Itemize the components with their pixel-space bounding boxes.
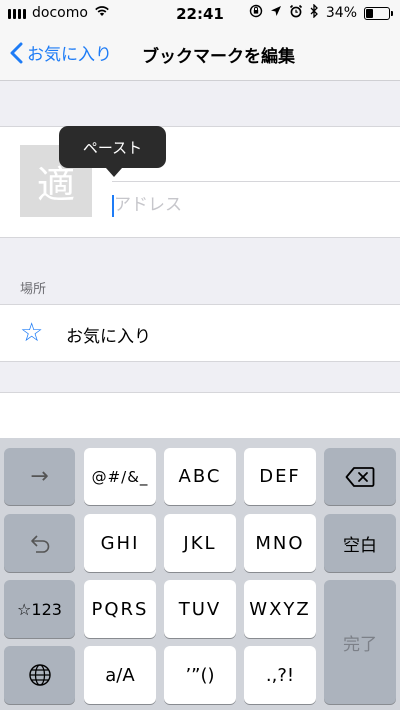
key-wxyz[interactable]: WXYZ	[244, 580, 316, 638]
key-mno-label: MNO	[255, 532, 305, 554]
key-symbols[interactable]: @#/&_	[84, 448, 156, 505]
location-row[interactable]: ☆ お気に入り	[0, 304, 400, 362]
key-quotes[interactable]: ’”()	[164, 646, 236, 704]
battery-fill	[366, 8, 373, 18]
key-abc[interactable]: ABC	[164, 448, 236, 505]
back-label: お気に入り	[27, 45, 112, 65]
arrow-right-icon: →	[30, 464, 49, 489]
key-case-label: a/A	[105, 664, 135, 686]
key-punctuation-label: .,?!	[265, 664, 295, 686]
key-def-label: DEF	[259, 466, 301, 487]
key-mode-label: ☆123	[17, 599, 62, 619]
star-icon: ☆	[20, 318, 44, 348]
key-undo[interactable]	[4, 514, 75, 572]
battery-percent: 34%	[325, 5, 357, 21]
back-button[interactable]: お気に入り	[10, 40, 112, 65]
key-arrow-right[interactable]: →	[4, 448, 75, 505]
key-tuv-label: TUV	[178, 598, 222, 620]
location-icon	[270, 5, 282, 21]
key-quotes-label: ’”()	[185, 664, 215, 686]
location-section-label: 場所	[20, 282, 47, 297]
blank-row	[0, 392, 400, 439]
key-ghi[interactable]: GHI	[84, 514, 156, 572]
key-jkl[interactable]: JKL	[164, 514, 236, 572]
key-punctuation[interactable]: .,?!	[244, 646, 316, 704]
key-done[interactable]: 完了	[324, 580, 396, 704]
key-mode-switch[interactable]: ☆123	[4, 580, 75, 638]
screen-lock-icon	[249, 4, 263, 22]
navigation-bar: お気に入り ブックマークを編集	[0, 28, 400, 81]
key-pqrs-label: PQRS	[91, 598, 149, 620]
backspace-icon	[345, 466, 375, 487]
undo-icon	[30, 535, 49, 553]
key-space-label: 空白	[343, 535, 377, 556]
key-wxyz-label: WXYZ	[249, 598, 311, 620]
key-abc-label: ABC	[178, 466, 222, 487]
battery-icon	[364, 6, 393, 20]
page-title: ブックマークを編集	[142, 47, 295, 67]
paste-menu-button[interactable]: ペースト	[59, 126, 166, 168]
key-case-toggle[interactable]: a/A	[84, 646, 156, 704]
key-mno[interactable]: MNO	[244, 514, 316, 572]
key-pqrs[interactable]: PQRS	[84, 580, 156, 638]
key-jkl-label: JKL	[183, 532, 217, 554]
status-bar: docomo 22:41 34%	[0, 0, 400, 28]
location-folder-label: お気に入り	[66, 327, 151, 347]
alarm-icon	[289, 4, 303, 22]
key-globe[interactable]	[4, 646, 75, 704]
key-symbols-label: @#/&_	[91, 467, 149, 486]
key-done-label: 完了	[343, 634, 377, 655]
tooltip-arrow	[106, 168, 122, 177]
address-field[interactable]: アドレス	[112, 183, 400, 227]
key-def[interactable]: DEF	[244, 448, 316, 505]
address-placeholder: アドレス	[114, 195, 182, 215]
key-ghi-label: GHI	[100, 532, 140, 554]
globe-icon	[28, 664, 51, 686]
key-delete[interactable]	[324, 448, 396, 505]
bluetooth-icon	[310, 3, 319, 22]
key-tuv[interactable]: TUV	[164, 580, 236, 638]
text-cursor	[112, 195, 114, 217]
chevron-left-icon	[10, 42, 23, 63]
status-right: 34%	[249, 3, 393, 22]
key-space[interactable]: 空白	[324, 514, 396, 572]
keyboard: → @#/&_ ABC DEF GHI JKL MNO 空白 ☆123 PQRS…	[0, 438, 400, 710]
paste-label: ペースト	[82, 138, 143, 157]
